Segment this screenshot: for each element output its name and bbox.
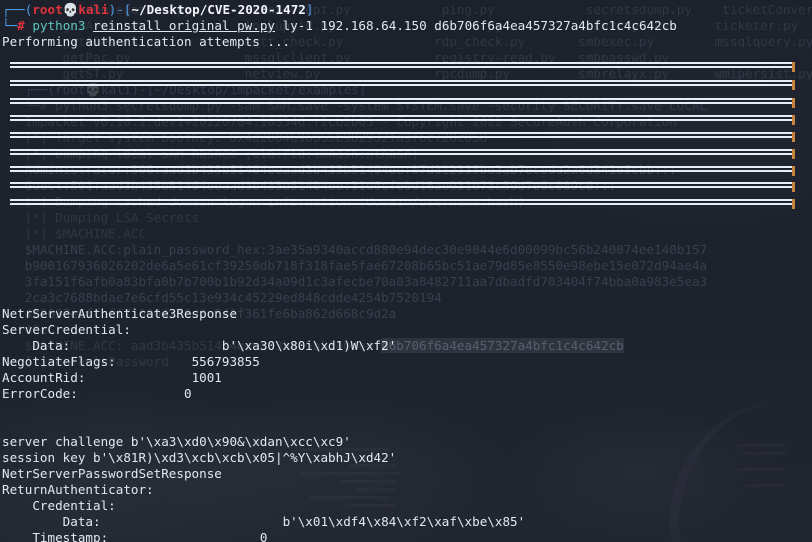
- command-script-path[interactable]: reinstall original pw.py: [93, 18, 275, 33]
- command-interpreter: python3: [32, 18, 86, 33]
- output-error-code-label-1: ErrorCode:: [2, 386, 78, 401]
- output-credential-data-label: Data:: [2, 338, 71, 353]
- prompt-branch-bottom: └─: [2, 18, 18, 33]
- output-status-line: Performing authentication attempts ...: [2, 34, 291, 49]
- output-return-authenticator-label: ReturnAuthenticator:: [2, 482, 154, 497]
- skull-icon: 💀: [62, 2, 79, 17]
- prompt-close-bracket: ]: [305, 2, 314, 17]
- output-ra-timestamp-label: Timestamp:: [2, 530, 109, 542]
- output-error-code-value-1: 0: [183, 386, 192, 401]
- output-negotiate-flags-label: NegotiateFlags:: [2, 354, 116, 369]
- prompt-branch-top: ┌──: [2, 2, 25, 17]
- prompt-hash-sigil: #: [17, 18, 25, 33]
- output-password-set-header: NetrServerPasswordSetResponse: [2, 466, 222, 481]
- output-session-key: session key b'\x81R)\xd3\xcb\xcb\x05|^%Y…: [2, 450, 397, 465]
- output-account-rid-label: AccountRid:: [2, 370, 86, 385]
- output-negotiate-flags-value: 556793855: [191, 354, 260, 369]
- output-ra-data-label: Data:: [2, 514, 101, 529]
- output-ra-credential-label: Credential:: [2, 498, 116, 513]
- output-auth-response-header: NetrServerAuthenticate3Response: [2, 306, 238, 321]
- output-credential-data-value: b'\xa30\x80i\xd1)W\xf2': [221, 338, 397, 353]
- output-server-challenge: server challenge b'\xa3\xd0\x90&\xdan\xc…: [2, 434, 351, 449]
- output-ra-data-value: b'\x01\xdf4\x84\xf2\xaf\xbe\x85': [282, 514, 526, 529]
- prompt-host: kali: [78, 2, 109, 17]
- output-account-rid-value: 1001: [191, 370, 222, 385]
- prompt-path: ~/Desktop/CVE-2020-1472: [131, 2, 306, 17]
- prompt-dash-bracket: -[: [116, 2, 132, 17]
- terminal-window[interactable]: findDelegation.py kintercept.py ping.py …: [0, 0, 812, 542]
- output-ra-timestamp-value: 0: [259, 530, 268, 542]
- terminal-output[interactable]: ┌──(root💀kali)-[~/Desktop/CVE-2020-1472]…: [0, 0, 812, 542]
- command-arguments: ly-1 192.168.64.150 d6b706f6a4ea457327a4…: [282, 18, 677, 33]
- output-server-credential-label: ServerCredential:: [2, 322, 131, 337]
- prompt-user: root: [32, 2, 63, 17]
